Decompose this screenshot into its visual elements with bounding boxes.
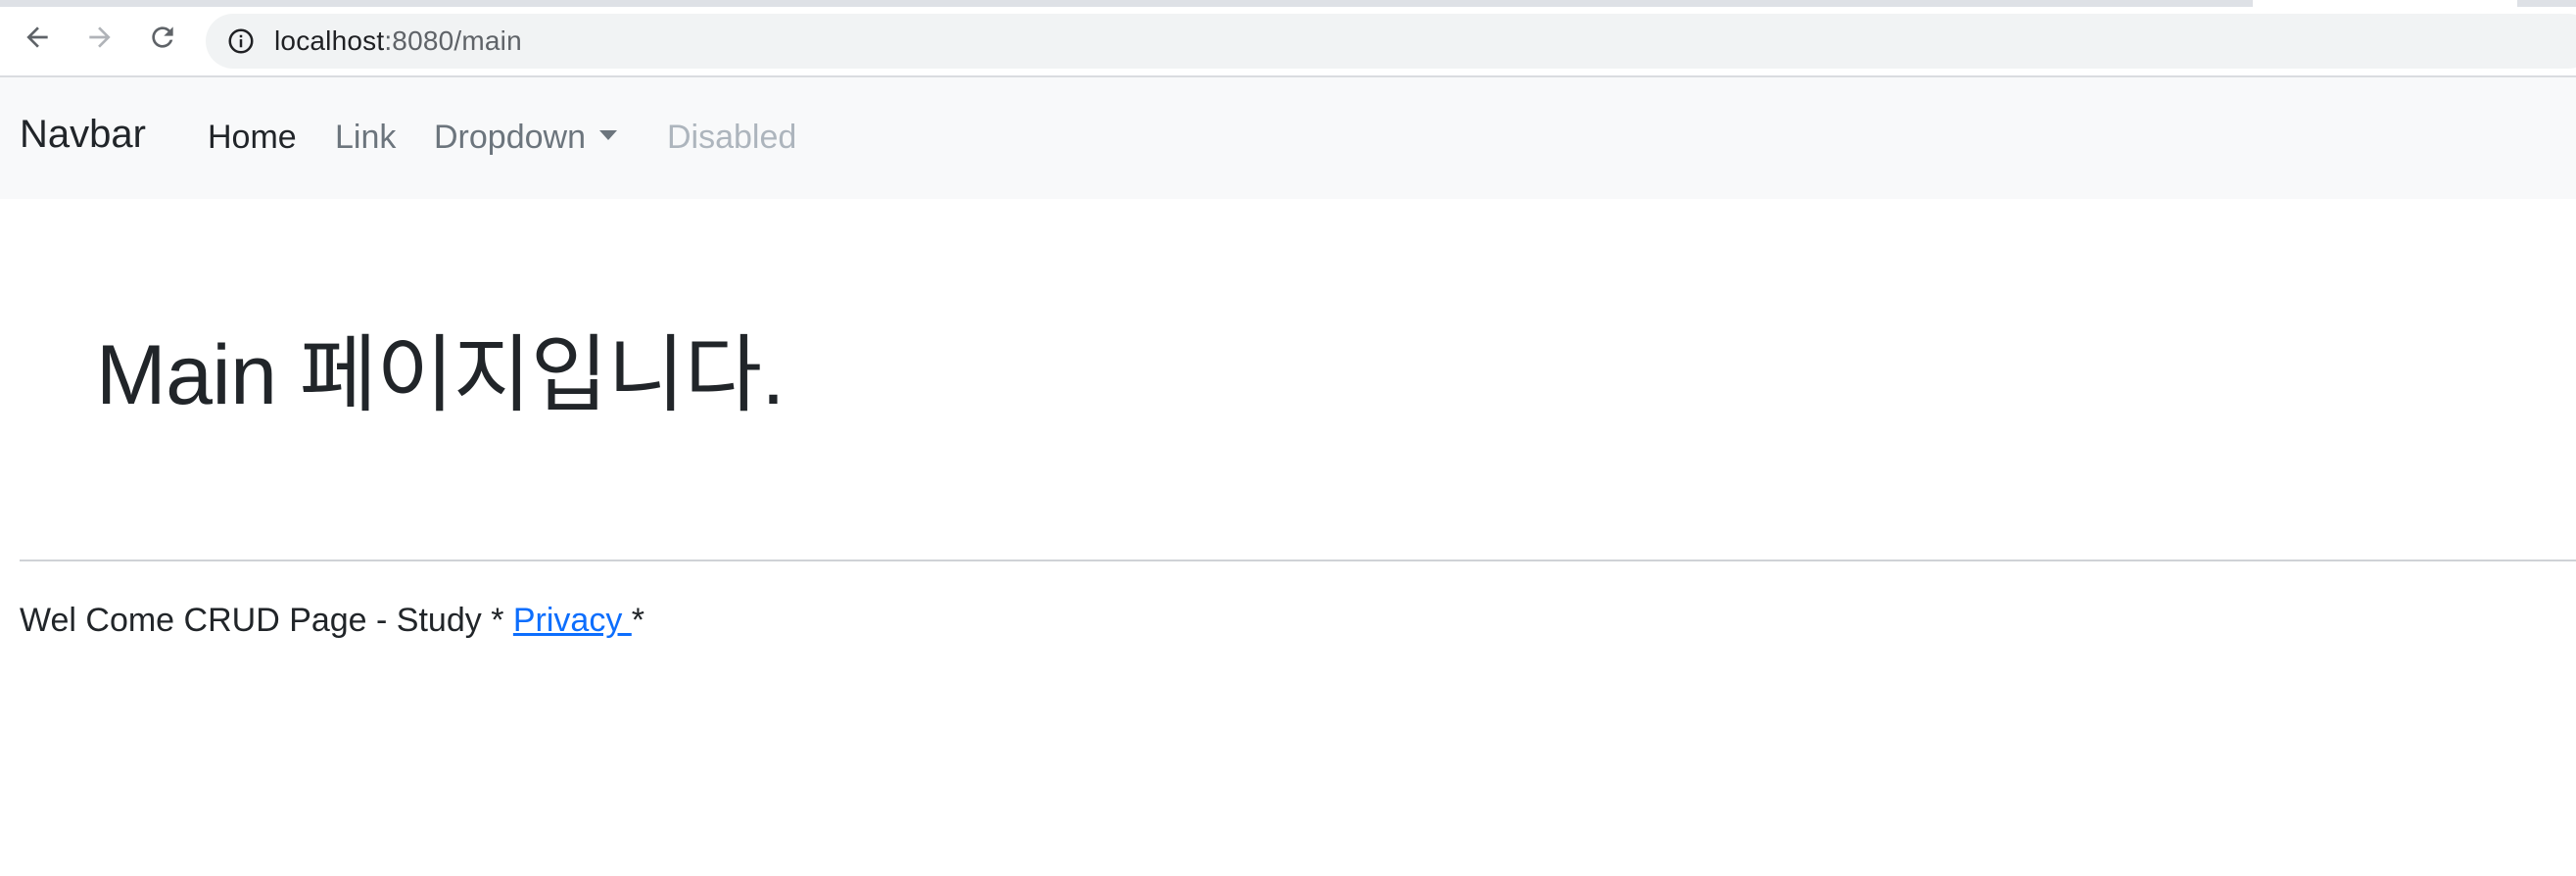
active-tab[interactable] xyxy=(2253,0,2517,7)
url-host: localhost xyxy=(274,25,385,56)
footer: Wel Come CRUD Page - Study * Privacy * xyxy=(20,602,644,640)
caret-down-icon xyxy=(598,130,617,141)
nav-link-link[interactable]: Link xyxy=(335,119,396,157)
browser-toolbar: localhost:8080/main xyxy=(0,0,2576,77)
nav-dropdown-toggle[interactable]: Dropdown xyxy=(434,119,617,157)
footer-text: Wel Come CRUD Page - Study * xyxy=(20,602,513,639)
url-text[interactable]: localhost:8080/main xyxy=(274,25,522,57)
navbar-brand[interactable]: Navbar xyxy=(20,113,146,157)
url-path: :8080/main xyxy=(384,25,522,56)
nav-link-home[interactable]: Home xyxy=(208,119,297,157)
footer-text-end: * xyxy=(631,602,645,639)
info-icon[interactable] xyxy=(225,25,257,57)
tab-strip xyxy=(0,0,2576,7)
privacy-link[interactable]: Privacy xyxy=(513,602,632,639)
page-title: Main 페이지입니다. xyxy=(96,328,785,422)
reload-button[interactable] xyxy=(143,18,182,57)
nav-link-disabled: Disabled xyxy=(667,119,797,156)
arrow-left-icon xyxy=(26,26,48,48)
footer-divider xyxy=(20,560,2576,561)
reload-icon xyxy=(152,26,173,48)
back-button[interactable] xyxy=(18,18,57,57)
address-bar[interactable]: localhost:8080/main xyxy=(206,14,2576,69)
arrow-right-icon xyxy=(89,26,111,48)
nav-dropdown-label: Dropdown xyxy=(434,119,586,156)
navbar: Navbar Home Link Dropdown Disabled xyxy=(0,77,2576,199)
forward-button[interactable] xyxy=(80,18,119,57)
